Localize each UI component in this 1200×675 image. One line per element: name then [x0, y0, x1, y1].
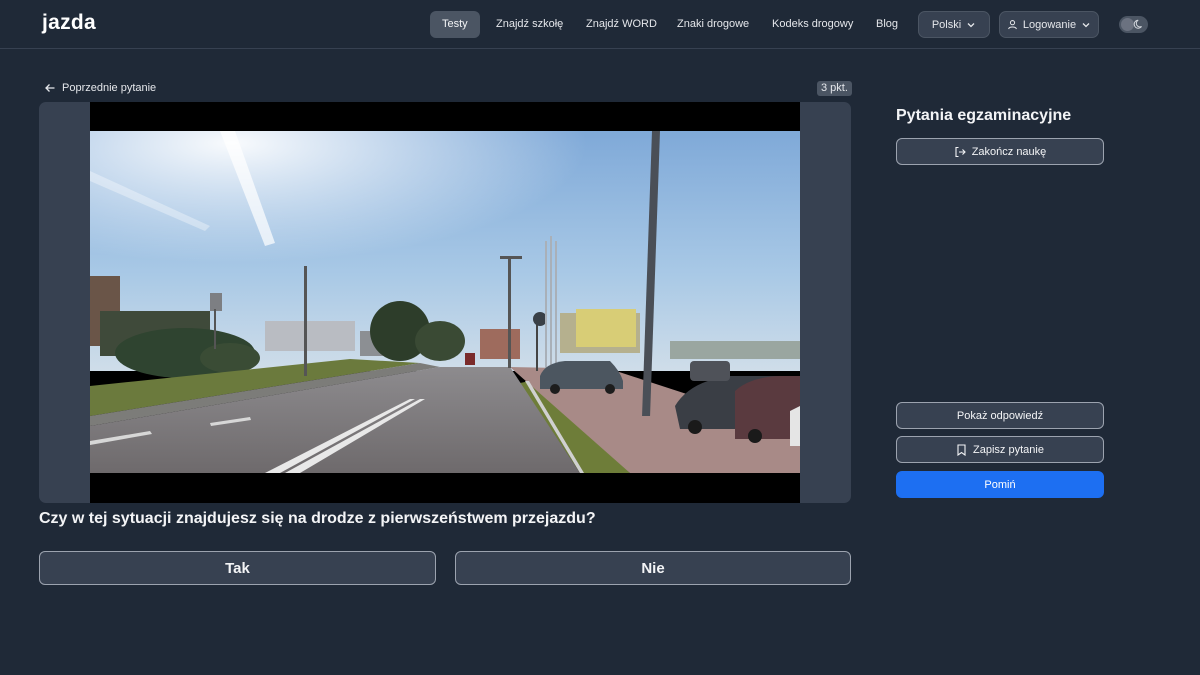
skip-button[interactable]: Pomiń [896, 471, 1104, 498]
language-label: Polski [931, 18, 962, 31]
points-badge: 3 pkt. [817, 81, 852, 96]
top-navbar: jazda Testy Znajdź szkołę Znajdź WORD Zn… [0, 0, 1200, 49]
skip-label: Pomiń [984, 478, 1016, 491]
nav-item-znajdz-word[interactable]: Znajdź WORD [574, 11, 669, 38]
nav-item-znaki-drogowe[interactable]: Znaki drogowe [665, 11, 761, 38]
bookmark-icon [956, 443, 967, 456]
moon-icon [1133, 18, 1145, 30]
media-container [39, 102, 851, 503]
end-learning-label: Zakończ naukę [971, 145, 1047, 158]
end-learning-button[interactable]: Zakończ naukę [896, 138, 1104, 165]
logout-icon [954, 146, 966, 158]
question-text: Czy w tej sytuacji znajdujesz się na dro… [39, 510, 596, 527]
road-scene-image [90, 131, 800, 473]
save-question-label: Zapisz pytanie [973, 443, 1044, 456]
answer-yes-button[interactable]: Tak [39, 551, 436, 585]
answer-no-button[interactable]: Nie [455, 551, 851, 585]
show-answer-button[interactable]: Pokaż odpowiedź [896, 402, 1104, 429]
arrow-left-icon [44, 82, 56, 94]
site-logo[interactable]: jazda [42, 11, 96, 35]
sidebar-title: Pytania egzaminacyjne [896, 107, 1072, 124]
question-video[interactable] [90, 102, 800, 503]
show-answer-label: Pokaż odpowiedź [956, 409, 1044, 422]
nav-item-kodeks-drogowy[interactable]: Kodeks drogowy [760, 11, 865, 38]
user-icon [1007, 19, 1018, 30]
chevron-down-icon [1081, 20, 1091, 30]
login-dropdown[interactable]: Logowanie [999, 11, 1099, 38]
nav-item-blog[interactable]: Blog [864, 11, 910, 38]
chevron-down-icon [966, 20, 976, 30]
logo-text: jazda [42, 11, 97, 34]
language-select[interactable]: Polski [918, 11, 990, 38]
previous-question-link[interactable]: Poprzednie pytanie [44, 80, 156, 96]
nav-item-znajdz-szkole[interactable]: Znajdź szkołę [484, 11, 575, 38]
nav-item-testy[interactable]: Testy [430, 11, 480, 38]
login-label: Logowanie [1022, 18, 1077, 31]
save-question-button[interactable]: Zapisz pytanie [896, 436, 1104, 463]
previous-question-label: Poprzednie pytanie [62, 82, 157, 94]
theme-toggle[interactable] [1119, 16, 1148, 33]
